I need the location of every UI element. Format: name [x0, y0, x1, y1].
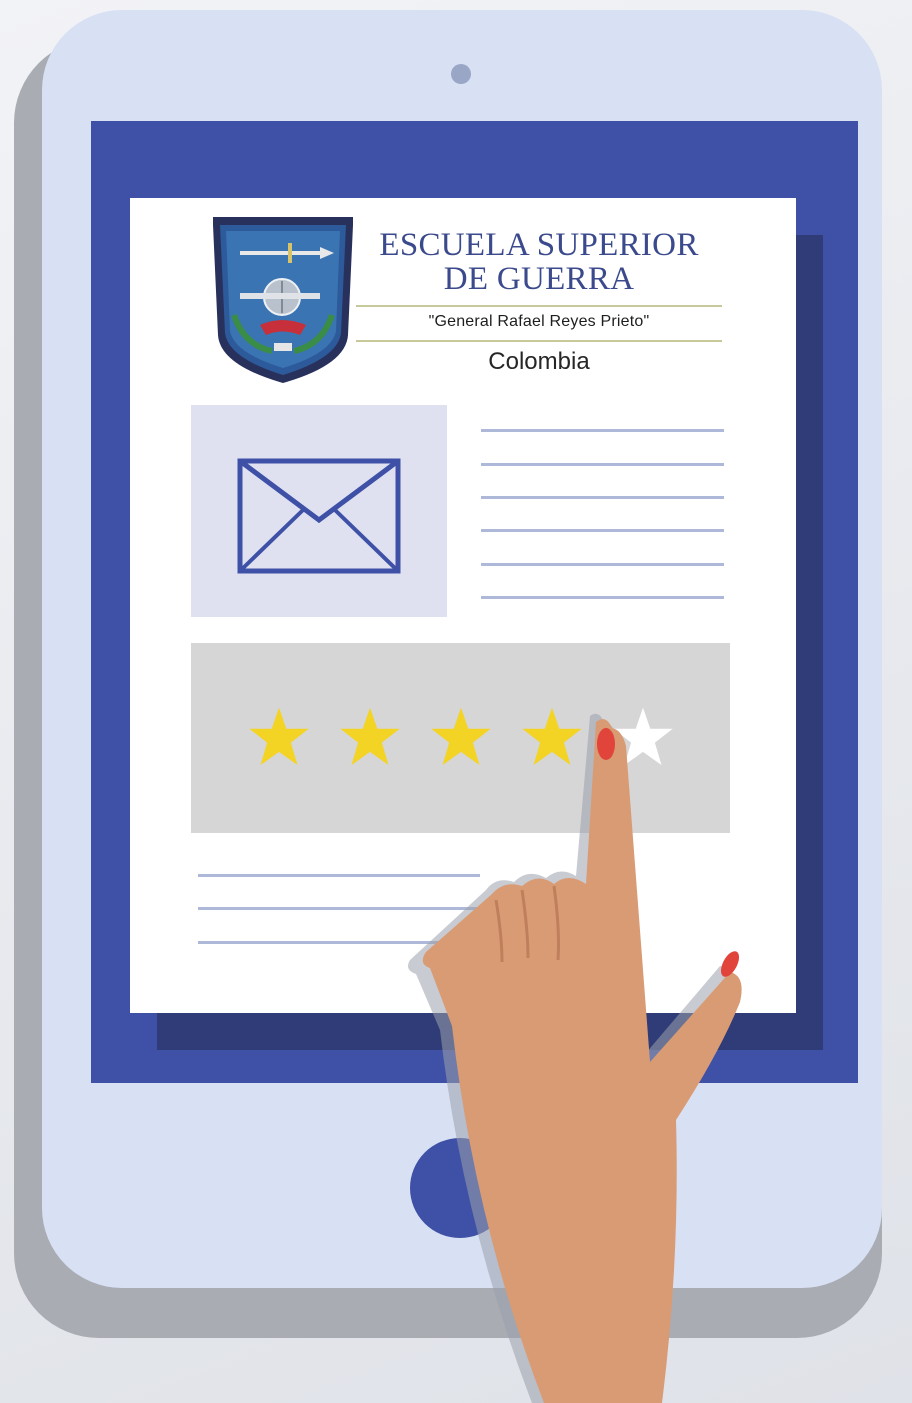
envelope-icon [237, 458, 401, 574]
camera-icon [451, 64, 471, 84]
placeholder-text-line [481, 596, 724, 599]
placeholder-text-line [481, 463, 724, 466]
placeholder-text-line [481, 496, 724, 499]
divider-top [356, 305, 722, 307]
placeholder-text-line [481, 529, 724, 532]
pointing-hand-icon [408, 713, 742, 1403]
school-crest-icon [213, 217, 353, 383]
school-motto: "General Rafael Reyes Prieto" [428, 313, 650, 330]
rating-star-2[interactable] [337, 705, 403, 771]
school-name: ESCUELA SUPERIOR DE GUERRA [356, 228, 722, 296]
placeholder-text-line [481, 563, 724, 566]
placeholder-text-line [481, 429, 724, 432]
rating-star-1[interactable] [246, 705, 312, 771]
school-name-line1: ESCUELA SUPERIOR [379, 227, 699, 263]
country-label: Colombia [488, 348, 590, 375]
school-name-line2: DE GUERRA [443, 261, 635, 297]
divider-bottom [356, 340, 722, 342]
index-fingernail [597, 728, 615, 760]
